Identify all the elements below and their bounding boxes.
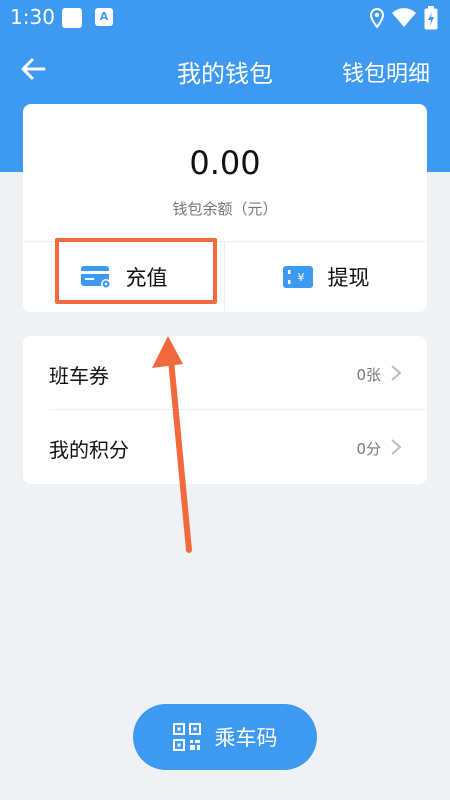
chevron-right-icon: [391, 439, 402, 455]
card-icon: [80, 265, 111, 289]
withdraw-button[interactable]: ¥ 提现: [225, 241, 426, 312]
wallet-list: 班车券 0张 我的积分 0分: [23, 336, 427, 484]
balance-label: 钱包余额（元）: [172, 200, 278, 218]
recharge-label: 充值: [125, 265, 168, 290]
battery-icon: [424, 6, 438, 30]
list-item-points[interactable]: 我的积分 0分: [23, 410, 427, 484]
svg-text:¥: ¥: [297, 271, 304, 284]
notification-icon: [62, 8, 82, 28]
ride-code-label: 乘车码: [214, 726, 278, 750]
list-item-coupons[interactable]: 班车券 0张: [23, 336, 427, 410]
location-icon: [370, 8, 384, 28]
status-bar: 1:30 A: [0, 0, 450, 34]
wifi-icon: [392, 8, 416, 27]
status-time: 1:30: [10, 5, 55, 29]
wallet-card: 0.00 钱包余额（元） 充值 ¥ 提现: [23, 104, 427, 312]
app-notification-icon: A: [95, 8, 113, 26]
balance-amount: 0.00: [189, 144, 261, 182]
status-icons: [370, 6, 438, 30]
wallet-detail-link[interactable]: 钱包明细: [342, 56, 430, 88]
list-item-value: 0分: [356, 440, 381, 458]
list-item-value: 0张: [356, 366, 381, 384]
list-item-label: 班车券: [49, 364, 109, 388]
list-item-label: 我的积分: [49, 438, 129, 462]
ride-code-button[interactable]: 乘车码: [133, 704, 317, 770]
chevron-right-icon: [391, 365, 402, 381]
withdraw-icon: ¥: [282, 265, 313, 288]
recharge-button[interactable]: 充值: [23, 241, 224, 312]
qr-code-icon: [172, 723, 201, 751]
navigation-bar: 我的钱包 钱包明细: [0, 48, 450, 92]
withdraw-label: 提现: [327, 265, 370, 290]
